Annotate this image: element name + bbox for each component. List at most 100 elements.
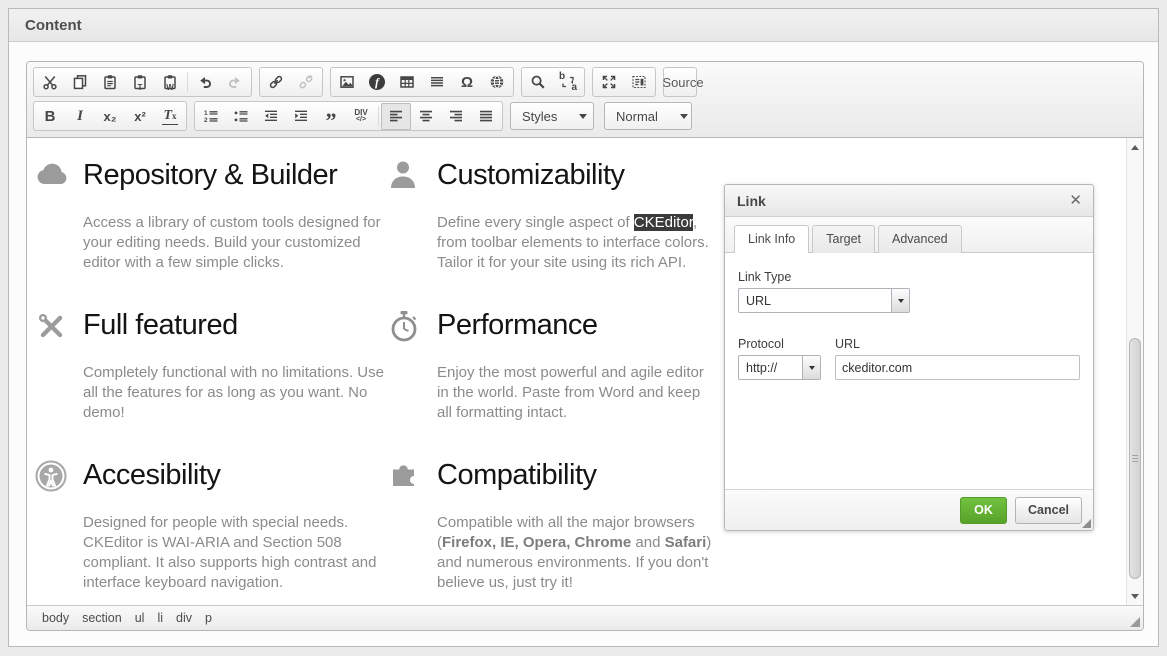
features-grid: Repository & Builder Access a library of…	[35, 138, 719, 593]
insert-group: f Ω	[330, 67, 514, 97]
url-input[interactable]	[835, 355, 1080, 380]
special-char-icon[interactable]: Ω	[452, 69, 482, 96]
selected-text: CKEditor	[634, 214, 693, 231]
link-dialog-title: Link	[737, 193, 766, 209]
path-item-body[interactable]: body	[42, 611, 69, 625]
path-item-p[interactable]: p	[205, 611, 212, 625]
editing-area[interactable]: Repository & Builder Access a library of…	[27, 138, 1143, 605]
ckeditor-frame: T W	[26, 61, 1144, 631]
feature-body: Access a library of custom tools designe…	[83, 213, 389, 273]
align-center-icon[interactable]	[411, 103, 441, 130]
horizontal-rule-icon[interactable]	[422, 69, 452, 96]
feature-body: Designed for people with special needs. …	[83, 513, 389, 593]
undo-icon[interactable]	[190, 69, 220, 96]
chevron-down-icon	[579, 114, 587, 119]
select-arrow-icon[interactable]	[891, 289, 909, 312]
source-group: Source	[663, 67, 697, 97]
clipboard-group: T W	[33, 67, 252, 97]
paste-icon[interactable]	[95, 69, 125, 96]
protocol-url-row: Protocol http:// URL	[738, 337, 1080, 380]
close-icon[interactable]: ✕	[1069, 193, 1082, 208]
replace-icon[interactable]: b a	[553, 69, 583, 96]
div-container-icon[interactable]: DIV</>	[346, 103, 376, 130]
indent-icon[interactable]	[286, 103, 316, 130]
table-icon[interactable]	[392, 69, 422, 96]
feature-title: Repository & Builder	[83, 158, 389, 192]
bulleted-list-icon[interactable]	[226, 103, 256, 130]
show-blocks-icon[interactable]	[624, 69, 654, 96]
superscript-icon[interactable]: x²	[125, 103, 155, 130]
toolbar-row-2: B I x₂ x² Tx 12	[33, 101, 1137, 131]
outdent-icon[interactable]	[256, 103, 286, 130]
align-left-icon[interactable]	[381, 103, 411, 130]
accessibility-icon	[35, 460, 67, 492]
link-type-select[interactable]: URL	[738, 288, 910, 313]
feature-section: Customizability Define every single aspe…	[389, 138, 719, 288]
toolbar-separator	[187, 72, 188, 92]
feature-body: Define every single aspect of CKEditor, …	[437, 213, 719, 273]
element-path-bar: body section ul li div p	[27, 605, 1143, 630]
editor-toolbar: T W	[27, 62, 1143, 138]
link-dialog-titlebar[interactable]: Link ✕	[725, 185, 1093, 217]
align-justify-icon[interactable]	[471, 103, 501, 130]
link-dialog-body: Link Type URL Protocol http://	[725, 253, 1093, 489]
feature-section: Full featured Completely functional with…	[35, 288, 389, 438]
tab-advanced[interactable]: Advanced	[878, 225, 962, 253]
paste-word-icon[interactable]: W	[155, 69, 185, 96]
scroll-down-arrow-icon[interactable]	[1127, 588, 1143, 604]
feature-section: Repository & Builder Access a library of…	[35, 138, 389, 288]
subscript-icon[interactable]: x₂	[95, 103, 125, 130]
tools-icon	[35, 310, 67, 342]
remove-format-icon[interactable]: Tx	[155, 103, 185, 130]
path-item-div[interactable]: div	[176, 611, 192, 625]
unlink-icon[interactable]	[291, 69, 321, 96]
format-dropdown[interactable]: Normal	[604, 102, 692, 130]
tab-target[interactable]: Target	[812, 225, 875, 253]
protocol-select[interactable]: http://	[738, 355, 821, 380]
svg-text:2: 2	[204, 117, 208, 124]
cancel-button[interactable]: Cancel	[1015, 497, 1082, 524]
path-item-li[interactable]: li	[157, 611, 163, 625]
dialog-resize-grip-icon[interactable]	[1082, 519, 1091, 528]
copy-icon[interactable]	[65, 69, 95, 96]
vertical-scrollbar[interactable]	[1126, 138, 1143, 605]
styles-dropdown[interactable]: Styles	[510, 102, 594, 130]
toolbar-separator	[378, 106, 379, 126]
align-right-icon[interactable]	[441, 103, 471, 130]
editor-resize-grip-icon[interactable]	[1130, 617, 1140, 627]
protocol-label: Protocol	[738, 337, 835, 351]
url-label: URL	[835, 337, 1080, 351]
flash-icon[interactable]: f	[362, 69, 392, 96]
find-icon[interactable]	[523, 69, 553, 96]
path-item-ul[interactable]: ul	[135, 611, 145, 625]
ok-button[interactable]: OK	[960, 497, 1007, 524]
link-dialog-tabs: Link Info Target Advanced	[725, 217, 1093, 253]
bold-icon[interactable]: B	[35, 103, 65, 130]
scroll-up-arrow-icon[interactable]	[1127, 139, 1143, 155]
maximize-icon[interactable]	[594, 69, 624, 96]
select-arrow-icon[interactable]	[802, 356, 820, 379]
scrollbar-thumb[interactable]	[1129, 338, 1141, 579]
numbered-list-icon[interactable]: 12	[196, 103, 226, 130]
italic-icon[interactable]: I	[65, 103, 95, 130]
image-icon[interactable]	[332, 69, 362, 96]
blockquote-icon[interactable]: ”	[316, 103, 346, 130]
feature-body: Compatible with all the major browsers (…	[437, 513, 719, 593]
tools-group	[592, 67, 656, 97]
tab-link-info[interactable]: Link Info	[734, 225, 809, 253]
link-icon[interactable]	[261, 69, 291, 96]
feature-body: Enjoy the most powerful and agile editor…	[437, 363, 719, 423]
find-group: b a	[521, 67, 585, 97]
iframe-icon[interactable]	[482, 69, 512, 96]
cut-icon[interactable]	[35, 69, 65, 96]
panel-titlebar: Content	[9, 9, 1158, 42]
svg-text:1: 1	[204, 110, 208, 117]
feature-section: Performance Enjoy the most powerful and …	[389, 288, 719, 438]
path-item-section[interactable]: section	[82, 611, 122, 625]
feature-title: Compatibility	[437, 458, 719, 492]
chevron-down-icon	[680, 114, 688, 119]
paste-text-icon[interactable]: T	[125, 69, 155, 96]
feature-section: Accesibility Designed for people with sp…	[35, 438, 389, 593]
redo-icon[interactable]	[220, 69, 250, 96]
source-button[interactable]: Source	[665, 69, 695, 96]
